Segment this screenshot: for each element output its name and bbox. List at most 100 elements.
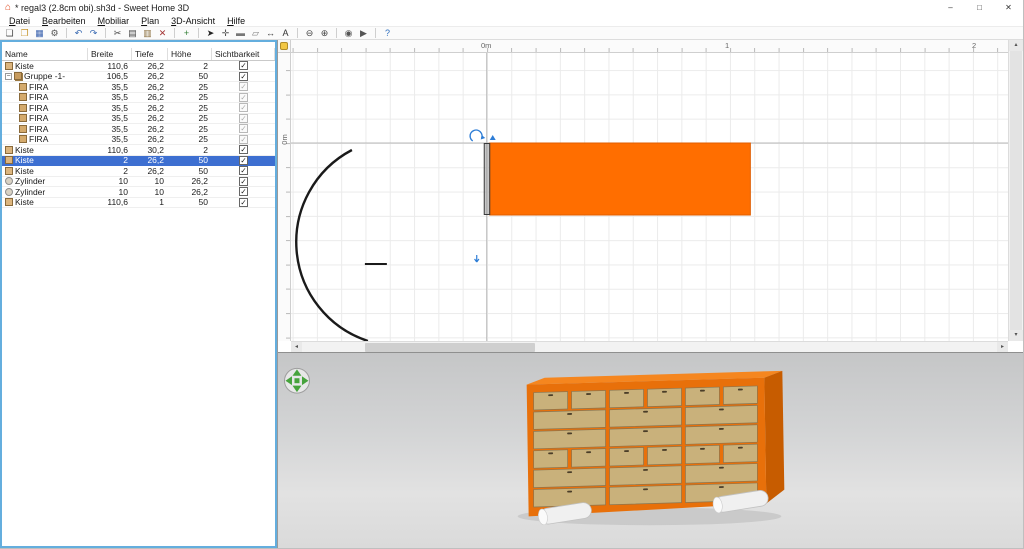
- add-text-icon[interactable]: A: [279, 27, 292, 39]
- column-header-breite[interactable]: Breite: [88, 48, 132, 60]
- visibility-cell: ✓: [212, 124, 275, 133]
- column-header-tiefe[interactable]: Tiefe: [132, 48, 168, 60]
- scroll-up-arrow[interactable]: ▴: [1009, 40, 1023, 51]
- furniture-row-fira[interactable]: FIRA35,526,225✓: [2, 103, 275, 114]
- menu-bearbeiten[interactable]: Bearbeiten: [36, 15, 92, 26]
- column-header-h-he[interactable]: Höhe: [168, 48, 212, 60]
- delete-icon[interactable]: ✕: [156, 27, 169, 39]
- zoom-in-icon[interactable]: ⊕: [318, 27, 331, 39]
- furniture-row-fira[interactable]: FIRA35,526,225✓: [2, 135, 275, 146]
- furniture-table-body: Kiste110,626,22✓−Gruppe -1-106,526,250✓F…: [2, 61, 275, 208]
- vertical-scroll-thumb[interactable]: [1010, 51, 1022, 330]
- furniture-row-fira[interactable]: FIRA35,526,225✓: [2, 93, 275, 104]
- visibility-checkbox[interactable]: ✓: [239, 135, 248, 144]
- navigation-compass[interactable]: [284, 368, 309, 393]
- photo-icon[interactable]: ◉: [342, 27, 355, 39]
- furniture-row-gruppe-1[interactable]: −Gruppe -1-106,526,250✓: [2, 72, 275, 83]
- scroll-right-arrow[interactable]: ▸: [997, 342, 1008, 352]
- drawer-handle: [719, 409, 724, 411]
- visibility-checkbox[interactable]: ✓: [239, 72, 248, 81]
- plan-selected-piece[interactable]: [484, 144, 489, 215]
- visibility-checkbox[interactable]: ✓: [239, 93, 248, 102]
- create-walls-icon[interactable]: ▬: [234, 27, 247, 39]
- name-cell: FIRA: [2, 82, 88, 92]
- hoehe-value: 2: [168, 61, 212, 71]
- furniture-row-kiste[interactable]: Kiste110,630,22✓: [2, 145, 275, 156]
- zoom-out-icon[interactable]: ⊖: [303, 27, 316, 39]
- visibility-checkbox[interactable]: ✓: [239, 82, 248, 91]
- column-header-name[interactable]: Name: [2, 48, 88, 60]
- furniture-row-kiste[interactable]: Kiste110,626,22✓: [2, 61, 275, 72]
- plan-view[interactable]: 0m12 0m: [278, 40, 1023, 353]
- furniture-name: Zylinder: [15, 187, 45, 197]
- drawer-handle: [700, 448, 705, 450]
- furniture-row-fira[interactable]: FIRA35,526,225✓: [2, 124, 275, 135]
- visibility-checkbox[interactable]: ✓: [239, 103, 248, 112]
- visibility-checkbox[interactable]: ✓: [239, 61, 248, 70]
- visibility-checkbox[interactable]: ✓: [239, 114, 248, 123]
- save-icon[interactable]: ▦: [33, 27, 46, 39]
- furniture-row-fira[interactable]: FIRA35,526,225✓: [2, 82, 275, 93]
- group-expander[interactable]: −: [5, 73, 12, 80]
- ruler-label: 1: [725, 41, 729, 50]
- visibility-checkbox[interactable]: ✓: [239, 166, 248, 175]
- name-cell: Zylinder: [2, 176, 88, 186]
- minimize-button[interactable]: –: [936, 0, 965, 15]
- preferences-icon[interactable]: ⚙: [48, 27, 61, 39]
- column-header-sichtbarkeit[interactable]: Sichtbarkeit: [212, 48, 275, 60]
- drawer: [610, 427, 682, 447]
- scroll-left-arrow[interactable]: ◂: [291, 342, 302, 352]
- pan-icon[interactable]: ✛: [219, 27, 232, 39]
- video-icon[interactable]: ▶: [357, 27, 370, 39]
- visibility-checkbox[interactable]: ✓: [239, 124, 248, 133]
- visibility-checkbox[interactable]: ✓: [239, 177, 248, 186]
- menu-datei[interactable]: Datei: [3, 15, 36, 26]
- undo-icon[interactable]: ↶: [72, 27, 85, 39]
- paste-icon[interactable]: ▥: [141, 27, 154, 39]
- furniture-name: Gruppe -1-: [24, 71, 65, 81]
- furniture-row-fira[interactable]: FIRA35,526,225✓: [2, 114, 275, 125]
- name-cell: Kiste: [2, 155, 88, 165]
- plan-wall-arc[interactable]: [296, 150, 368, 341]
- title-bar[interactable]: ⌂ * regal3 (2.8cm obi).sh3d - Sweet Home…: [0, 0, 1023, 15]
- scroll-down-arrow[interactable]: ▾: [1009, 330, 1023, 341]
- selection-elevation-handle[interactable]: [490, 135, 496, 140]
- help-icon[interactable]: ?: [381, 27, 394, 39]
- menu-mobiliar[interactable]: Mobiliar: [92, 15, 136, 26]
- menu-plan[interactable]: Plan: [135, 15, 165, 26]
- create-rooms-icon[interactable]: ▱: [249, 27, 262, 39]
- copy-icon[interactable]: ▤: [126, 27, 139, 39]
- selection-resize-handle[interactable]: [475, 255, 479, 262]
- visibility-checkbox[interactable]: ✓: [239, 187, 248, 196]
- furniture-row-kiste[interactable]: Kiste226,250✓: [2, 156, 275, 167]
- view-3d[interactable]: [278, 353, 1023, 548]
- visibility-cell: ✓: [212, 135, 275, 144]
- close-button[interactable]: ✕: [994, 0, 1023, 15]
- plan-vertical-scrollbar[interactable]: ▴ ▾: [1008, 40, 1023, 341]
- plan-horizontal-scrollbar[interactable]: ◂ ▸: [291, 341, 1008, 352]
- new-home-icon[interactable]: ❏: [3, 27, 16, 39]
- maximize-button[interactable]: □: [965, 0, 994, 15]
- furniture-name: Kiste: [15, 155, 34, 165]
- selection-rotate-handle[interactable]: [470, 130, 485, 141]
- add-furniture-icon[interactable]: +: [180, 27, 193, 39]
- menu-3d-ansicht[interactable]: 3D-Ansicht: [165, 15, 221, 26]
- plan-canvas[interactable]: [291, 53, 1008, 341]
- drawer-handle: [719, 486, 724, 488]
- hoehe-value: 26,2: [168, 176, 212, 186]
- visibility-checkbox[interactable]: ✓: [239, 145, 248, 154]
- cut-icon[interactable]: ✂: [111, 27, 124, 39]
- furniture-row-zylinder[interactable]: Zylinder101026,2✓: [2, 187, 275, 198]
- create-dimensions-icon[interactable]: ↔: [264, 27, 277, 39]
- furniture-row-zylinder[interactable]: Zylinder101026,2✓: [2, 177, 275, 188]
- visibility-checkbox[interactable]: ✓: [239, 156, 248, 165]
- horizontal-scroll-thumb[interactable]: [365, 343, 535, 352]
- open-icon[interactable]: ❐: [18, 27, 31, 39]
- select-icon[interactable]: ➤: [204, 27, 217, 39]
- plan-furniture-shelf[interactable]: [490, 143, 751, 215]
- redo-icon[interactable]: ↷: [87, 27, 100, 39]
- menu-hilfe[interactable]: Hilfe: [221, 15, 251, 26]
- visibility-checkbox[interactable]: ✓: [239, 198, 248, 207]
- furniture-row-kiste[interactable]: Kiste110,6150✓: [2, 198, 275, 209]
- furniture-row-kiste[interactable]: Kiste226,250✓: [2, 166, 275, 177]
